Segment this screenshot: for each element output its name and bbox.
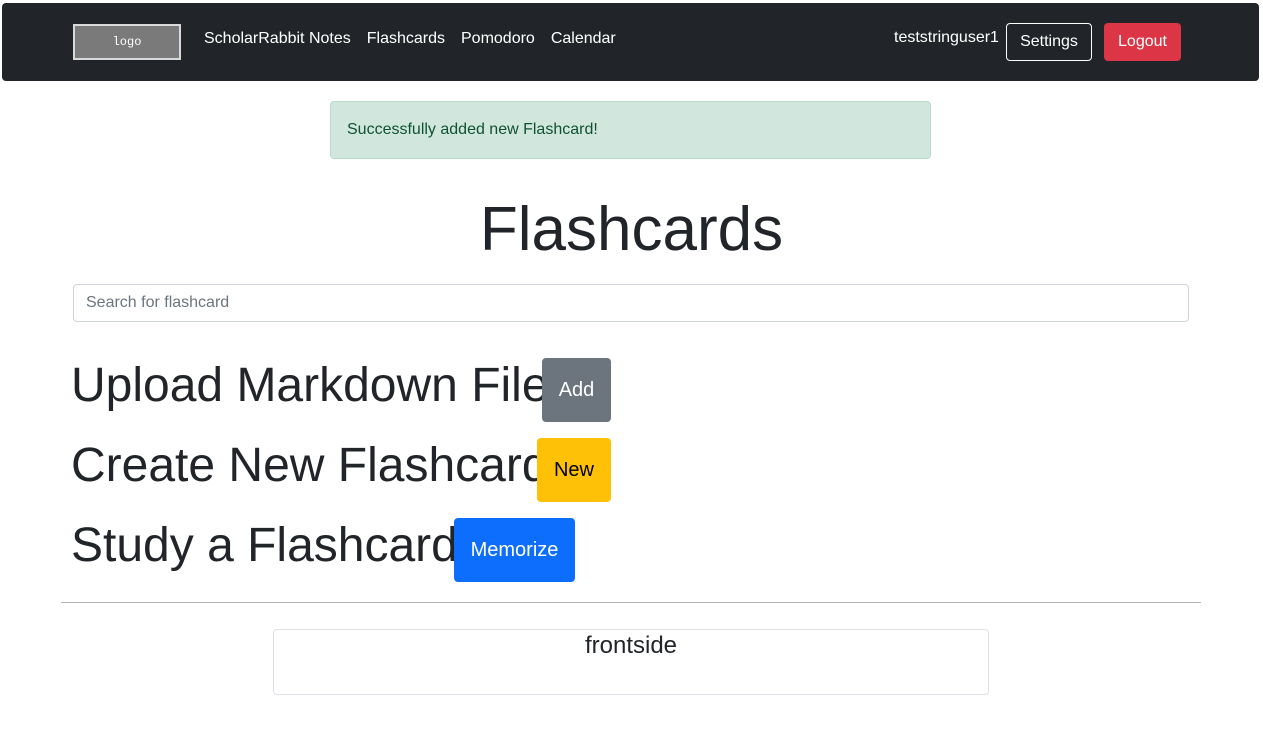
logout-button[interactable]: Logout	[1104, 23, 1181, 61]
logo-image[interactable]: logo	[73, 24, 181, 60]
add-button[interactable]: Add	[542, 358, 611, 422]
alert-message: Successfully added new Flashcard!	[347, 121, 598, 138]
search-input[interactable]	[73, 284, 1189, 322]
nav-links: ScholarRabbit Notes Flashcards Pomodoro …	[204, 30, 616, 48]
top-navbar: logo ScholarRabbit Notes Flashcards Pomo…	[2, 3, 1259, 81]
nav-link-pomodoro[interactable]: Pomodoro	[461, 30, 535, 48]
memorize-button[interactable]: Memorize	[454, 518, 575, 582]
flashcard-item[interactable]: frontside	[273, 629, 989, 695]
upload-markdown-heading: Upload Markdown File	[71, 359, 549, 412]
success-alert: Successfully added new Flashcard!	[330, 101, 931, 159]
flashcard-front-text: frontside	[584, 632, 678, 659]
settings-button[interactable]: Settings	[1006, 23, 1092, 61]
username-label: teststringuser1	[894, 29, 999, 46]
new-button[interactable]: New	[537, 438, 611, 502]
nav-link-scholarrabbit-notes[interactable]: ScholarRabbit Notes	[204, 30, 351, 48]
nav-link-flashcards[interactable]: Flashcards	[367, 30, 445, 48]
study-flashcard-heading: Study a Flashcard	[71, 519, 458, 572]
nav-link-calendar[interactable]: Calendar	[551, 30, 616, 48]
page-title: Flashcards	[479, 195, 784, 264]
create-flashcard-heading: Create New Flashcard	[71, 439, 549, 492]
section-divider	[61, 602, 1201, 603]
